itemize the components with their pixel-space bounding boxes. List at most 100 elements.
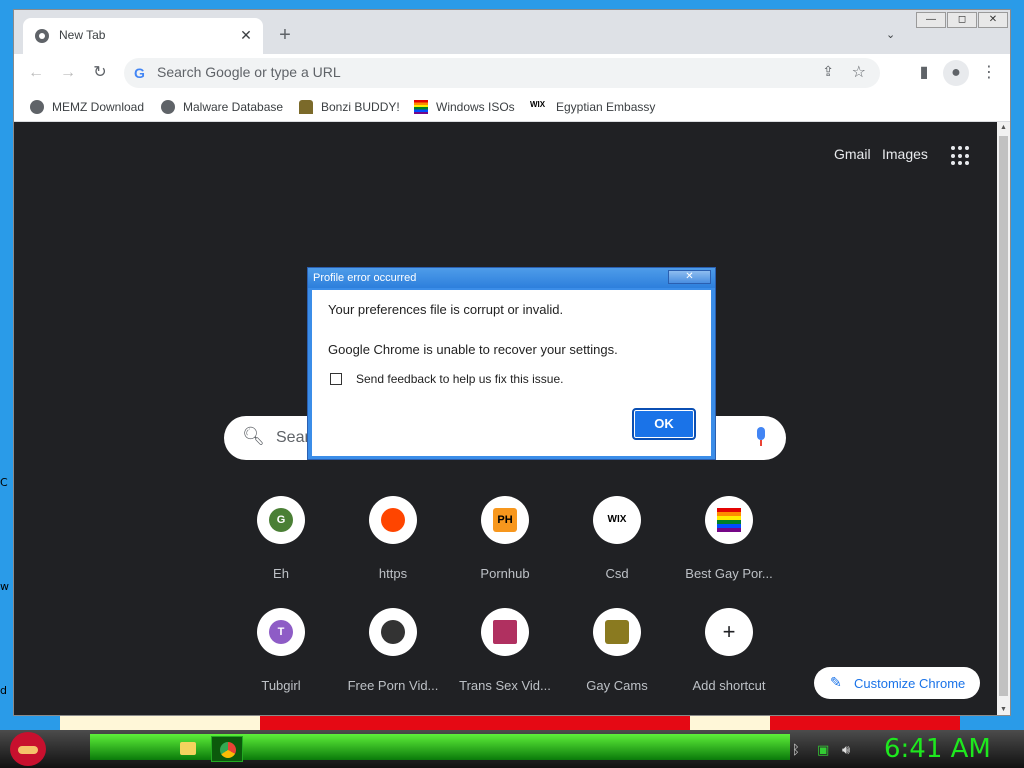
chrome-favicon-icon (35, 29, 49, 43)
gmail-link[interactable]: Gmail (834, 146, 871, 162)
rainbow-flag-icon (717, 508, 741, 532)
bookmark-star-icon[interactable]: ☆ (852, 62, 866, 82)
toolbar: ← → ↻ G Search Google or type a URL ⇪ ☆ … (14, 54, 1010, 92)
shortcut-tile[interactable]: Gay Cams (561, 608, 673, 720)
shortcut-label: Csd (605, 566, 629, 581)
shortcut-label: Tubgirl (261, 678, 301, 693)
tab-new-tab[interactable]: New Tab ✕ (23, 18, 263, 54)
scrollbar-thumb[interactable] (999, 136, 1008, 696)
shortcut-tile[interactable]: G Eh (225, 496, 337, 608)
g-letter-icon: G (269, 508, 293, 532)
bookmark-label: Egyptian Embassy (556, 100, 656, 114)
desktop-wallpaper-strip (60, 716, 960, 730)
address-bar[interactable]: G Search Google or type a URL ⇪ ☆ (124, 58, 880, 88)
side-panel-button[interactable]: ▮ (911, 60, 937, 86)
pornhub-icon: PH (493, 508, 517, 532)
google-apps-icon[interactable] (951, 146, 971, 166)
dialog-titlebar[interactable]: Profile error occurred ✕ (308, 268, 715, 288)
customize-chrome-button[interactable]: ✎ Customize Chrome (814, 667, 980, 699)
volume-icon[interactable]: 🔊︎ (842, 742, 850, 758)
bookmark-windows-isos[interactable]: Windows ISOs (414, 98, 515, 116)
page-scrollbar[interactable]: ▲ ▼ (997, 122, 1010, 715)
shortcut-tile[interactable]: PH Pornhub (449, 496, 561, 608)
bluetooth-icon[interactable]: ᛒ (792, 742, 800, 757)
minimize-button[interactable]: — (916, 12, 946, 28)
dialog-message-secondary: Google Chrome is unable to recover your … (328, 342, 618, 357)
raccoon-icon (381, 620, 405, 644)
shortcut-label: Best Gay Por... (685, 566, 773, 581)
shortcut-label: Add shortcut (692, 678, 766, 693)
site-favicon-icon (493, 620, 517, 644)
share-icon[interactable]: ⇪ (822, 63, 834, 80)
t-letter-icon: T (269, 620, 293, 644)
shortcut-tile[interactable]: Trans Sex Vid... (449, 608, 561, 720)
bookmarks-bar: MEMZ Download Malware Database Bonzi BUD… (14, 92, 1010, 122)
bookmark-label: Malware Database (183, 100, 284, 114)
scroll-up-arrow-icon[interactable]: ▲ (1000, 124, 1007, 131)
wix-icon: WIX (530, 100, 546, 109)
rainbow-flag-icon (414, 100, 428, 114)
scroll-down-arrow-icon[interactable]: ▼ (1000, 706, 1007, 713)
pencil-icon: ✎ (830, 674, 842, 690)
images-link[interactable]: Images (882, 146, 928, 162)
customize-label: Customize Chrome (854, 676, 966, 691)
profile-error-dialog: Profile error occurred ✕ Your preference… (307, 267, 716, 460)
tab-title: New Tab (59, 28, 106, 42)
chrome-taskbar-icon[interactable] (211, 736, 243, 762)
microphone-icon[interactable] (756, 427, 766, 447)
globe-icon (30, 100, 44, 114)
shortcut-tile[interactable]: https (337, 496, 449, 608)
chrome-menu-button[interactable]: ⋮ (976, 60, 1002, 86)
back-button[interactable]: ← (23, 60, 49, 86)
tab-close-icon[interactable]: ✕ (237, 26, 255, 44)
dialog-close-button[interactable]: ✕ (668, 270, 711, 284)
shortcut-label: Gay Cams (586, 678, 648, 693)
network-icon[interactable]: ▣ (817, 742, 829, 758)
bonzi-icon (299, 100, 313, 114)
shortcut-label: Pornhub (480, 566, 530, 581)
feedback-checkbox[interactable] (330, 373, 342, 385)
shortcut-tile[interactable]: T Tubgirl (225, 608, 337, 720)
wix-icon: WIX (605, 508, 629, 532)
plus-icon: + (717, 620, 741, 644)
dialog-body: Your preferences file is corrupt or inva… (312, 290, 711, 456)
bookmark-malware-database[interactable]: Malware Database (161, 98, 283, 116)
search-placeholder: Sear (276, 429, 310, 446)
forward-button[interactable]: → (55, 60, 81, 86)
bookmark-label: Bonzi BUDDY! (321, 100, 400, 114)
new-tab-button[interactable]: + (273, 24, 297, 48)
dialog-title: Profile error occurred (313, 272, 417, 284)
shortcut-label: Eh (273, 566, 289, 581)
file-explorer-icon[interactable] (172, 736, 204, 762)
shortcut-tile[interactable]: Free Porn Vid... (337, 608, 449, 720)
bookmark-egyptian-embassy[interactable]: WIX Egyptian Embassy (530, 98, 655, 116)
globe-icon (161, 100, 175, 114)
reddit-icon (381, 508, 405, 532)
close-window-button[interactable]: ✕ (978, 12, 1008, 28)
add-shortcut-tile[interactable]: + Add shortcut (673, 608, 785, 720)
shortcut-label: Free Porn Vid... (347, 678, 439, 693)
bookmark-label: MEMZ Download (52, 100, 145, 114)
bookmark-bonzi-buddy[interactable]: Bonzi BUDDY! (299, 98, 400, 116)
shortcut-tile[interactable]: WIX Csd (561, 496, 673, 608)
desktop-edge-text: C (0, 476, 8, 489)
google-g-icon: G (134, 65, 145, 81)
shortcut-label: https (378, 566, 408, 581)
start-button[interactable] (10, 732, 46, 766)
maximize-button[interactable]: ◻ (947, 12, 977, 28)
taskbar: ᛒ ▣ 🔊︎ 6:41 AM (0, 730, 1024, 768)
profile-button[interactable]: ● (943, 60, 969, 86)
tab-search-button[interactable]: ⌄ (886, 28, 895, 41)
dialog-message-primary: Your preferences file is corrupt or inva… (328, 302, 564, 317)
shortcut-label: Trans Sex Vid... (459, 678, 551, 693)
feedback-checkbox-label[interactable]: Send feedback to help us fix this issue. (356, 372, 563, 386)
tab-strip: New Tab ✕ + ⌄ — ◻ ✕ (14, 10, 1010, 54)
search-icon: 🔍︎ (242, 426, 265, 446)
bookmark-memz-download[interactable]: MEMZ Download (30, 98, 144, 116)
desktop-edge-text: w (0, 580, 9, 593)
taskbar-clock[interactable]: 6:41 AM (884, 734, 991, 764)
reload-button[interactable]: ↻ (87, 60, 113, 86)
shortcut-tile[interactable]: Best Gay Por... (673, 496, 785, 608)
people-icon (605, 620, 629, 644)
ok-button[interactable]: OK (632, 408, 696, 440)
